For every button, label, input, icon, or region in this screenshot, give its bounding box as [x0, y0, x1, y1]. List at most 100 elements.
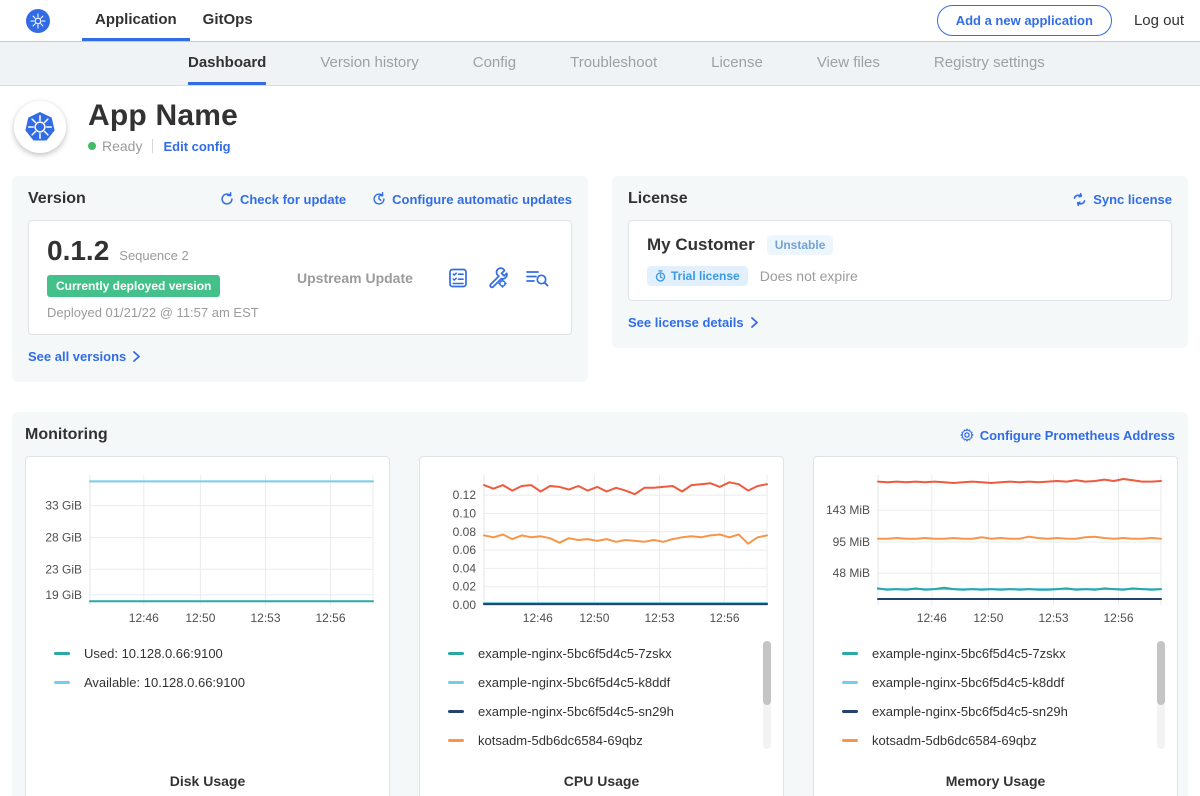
svg-text:12:50: 12:50: [973, 611, 1003, 625]
disk-usage-legend: Used: 10.128.0.66:9100 Available: 10.128.…: [38, 639, 377, 759]
subtab-license[interactable]: License: [711, 42, 763, 85]
tab-application[interactable]: Application: [82, 0, 190, 41]
legend-label: kotsadm-5db6dc6584-69qbz: [478, 733, 643, 748]
preflight-checks-icon[interactable]: [447, 267, 469, 289]
app-sub-nav: Dashboard Version history Config Trouble…: [0, 42, 1200, 86]
legend-color-dash: [448, 652, 464, 655]
legend-label: example-nginx-5bc6f5d4c5-sn29h: [478, 704, 674, 719]
legend-color-dash: [842, 681, 858, 684]
ready-status-dot: [88, 142, 96, 150]
legend-item: example-nginx-5bc6f5d4c5-sn29h: [448, 697, 771, 726]
legend-color-dash: [448, 681, 464, 684]
current-version-row: 0.1.2 Sequence 2 Currently deployed vers…: [28, 220, 572, 335]
edit-config-wrench-icon[interactable]: [485, 266, 509, 290]
svg-text:0.02: 0.02: [453, 580, 477, 594]
channel-badge: Unstable: [767, 235, 834, 255]
legend-color-dash: [842, 652, 858, 655]
svg-text:95 MiB: 95 MiB: [833, 535, 870, 549]
stopwatch-icon: [655, 270, 666, 282]
configure-prometheus-link[interactable]: Configure Prometheus Address: [960, 428, 1175, 443]
license-type-label: Trial license: [671, 269, 740, 283]
legend-label: example-nginx-5bc6f5d4c5-7zskx: [872, 646, 1066, 661]
disk-usage-card: 33 GiB28 GiB23 GiB19 GiB12:4612:5012:531…: [25, 456, 390, 796]
app-header: App Name Ready Edit config: [0, 86, 1200, 166]
legend-item: kotsadm-5db6dc6584-69qbz: [448, 726, 771, 755]
svg-text:33 GiB: 33 GiB: [45, 499, 82, 513]
version-source-label: Upstream Update: [297, 270, 447, 286]
svg-text:12:56: 12:56: [709, 611, 739, 625]
check-for-update-label: Check for update: [240, 192, 346, 207]
license-card-title: License: [628, 190, 688, 208]
kubernetes-logo: [26, 0, 50, 41]
app-kubernetes-icon: [14, 101, 66, 153]
legend-item: kotsadm-5db6dc6584-69qbz: [842, 726, 1165, 755]
legend-label: example-nginx-5bc6f5d4c5-sn29h: [872, 704, 1068, 719]
tab-gitops-label: GitOps: [203, 11, 253, 28]
add-application-button[interactable]: Add a new application: [937, 5, 1112, 36]
schedule-update-icon: [372, 192, 386, 206]
legend-label: Used: 10.128.0.66:9100: [84, 646, 223, 661]
svg-text:143 MiB: 143 MiB: [826, 503, 870, 517]
svg-text:23 GiB: 23 GiB: [45, 562, 82, 576]
legend-label: example-nginx-5bc6f5d4c5-k8ddf: [872, 675, 1064, 690]
sync-license-link[interactable]: Sync license: [1072, 192, 1172, 207]
see-all-versions-link[interactable]: See all versions: [28, 349, 141, 364]
disk-usage-plot: 33 GiB28 GiB23 GiB19 GiB12:4612:5012:531…: [38, 467, 379, 629]
subtab-version-history-label: Version history: [320, 54, 418, 71]
legend-item: example-nginx-5bc6f5d4c5-7zskx: [448, 639, 771, 668]
svg-text:12:50: 12:50: [185, 611, 215, 625]
subtab-view-files[interactable]: View files: [817, 42, 880, 85]
legend-scrollbar-thumb[interactable]: [1157, 641, 1165, 705]
refresh-icon: [220, 192, 234, 206]
subtab-troubleshoot-label: Troubleshoot: [570, 54, 657, 71]
subtab-config[interactable]: Config: [473, 42, 516, 85]
svg-text:12:56: 12:56: [1103, 611, 1133, 625]
memory-usage-legend: example-nginx-5bc6f5d4c5-7zskx example-ng…: [826, 639, 1165, 759]
legend-item: Available: 10.128.0.66:9100: [54, 668, 377, 697]
license-card: License Sync license My Customer Unstabl…: [612, 176, 1188, 348]
svg-text:12:46: 12:46: [523, 611, 553, 625]
memory-usage-title: Memory Usage: [826, 773, 1165, 789]
svg-text:0.06: 0.06: [453, 543, 477, 557]
divider: [152, 139, 153, 153]
configure-automatic-updates-label: Configure automatic updates: [392, 192, 572, 207]
svg-text:12:46: 12:46: [129, 611, 159, 625]
view-diff-icon[interactable]: [525, 267, 549, 289]
svg-text:19 GiB: 19 GiB: [45, 588, 82, 602]
version-card-title: Version: [28, 190, 86, 208]
tab-gitops[interactable]: GitOps: [190, 0, 266, 41]
check-for-update-link[interactable]: Check for update: [220, 192, 346, 207]
license-expiry: Does not expire: [760, 268, 858, 284]
legend-scrollbar-track[interactable]: [1157, 641, 1165, 749]
subtab-registry-settings[interactable]: Registry settings: [934, 42, 1045, 85]
memory-usage-card: 143 MiB95 MiB48 MiB12:4612:5012:5312:56e…: [813, 456, 1178, 796]
version-number: 0.1.2: [47, 235, 109, 267]
svg-text:48 MiB: 48 MiB: [833, 566, 870, 580]
subtab-dashboard[interactable]: Dashboard: [188, 42, 266, 85]
see-license-details-link[interactable]: See license details: [628, 315, 759, 330]
see-all-versions-label: See all versions: [28, 349, 126, 364]
edit-config-link[interactable]: Edit config: [163, 139, 230, 154]
legend-item: Used: 10.128.0.66:9100: [54, 639, 377, 668]
legend-color-dash: [448, 739, 464, 742]
subtab-view-files-label: View files: [817, 54, 880, 71]
legend-label: Available: 10.128.0.66:9100: [84, 675, 245, 690]
customer-name: My Customer: [647, 235, 755, 255]
page-title: App Name: [88, 99, 238, 133]
license-summary-row: My Customer Unstable Trial license Does …: [628, 220, 1172, 301]
legend-label: kotsadm-5db6dc6584-69qbz: [872, 733, 1037, 748]
svg-text:0.00: 0.00: [453, 598, 477, 612]
charts-row: 33 GiB28 GiB23 GiB19 GiB12:4612:5012:531…: [25, 456, 1175, 796]
cpu-usage-card: 0.120.100.080.060.040.020.0012:4612:5012…: [419, 456, 784, 796]
subtab-version-history[interactable]: Version history: [320, 42, 418, 85]
legend-scrollbar-track[interactable]: [763, 641, 771, 749]
legend-color-dash: [54, 681, 70, 684]
svg-text:12:46: 12:46: [917, 611, 947, 625]
logout-button[interactable]: Log out: [1134, 0, 1184, 41]
sync-arrows-icon: [1072, 193, 1087, 206]
subtab-troubleshoot[interactable]: Troubleshoot: [570, 42, 657, 85]
legend-item: example-nginx-5bc6f5d4c5-k8ddf: [842, 668, 1165, 697]
legend-scrollbar-thumb[interactable]: [763, 641, 771, 705]
legend-color-dash: [448, 710, 464, 713]
configure-automatic-updates-link[interactable]: Configure automatic updates: [372, 192, 572, 207]
